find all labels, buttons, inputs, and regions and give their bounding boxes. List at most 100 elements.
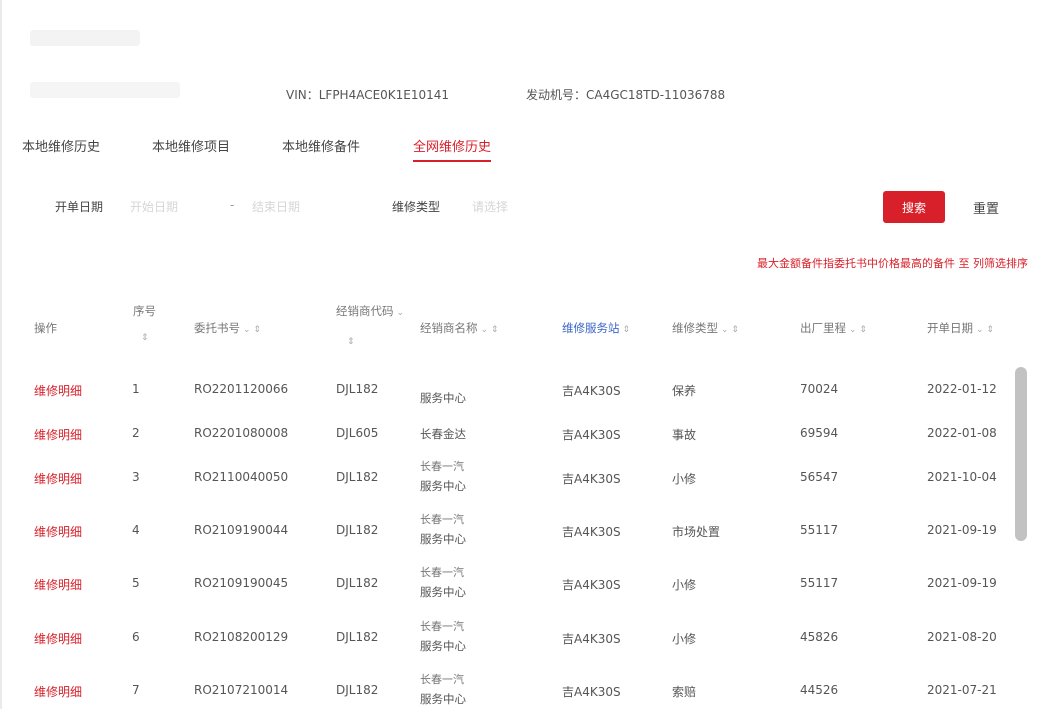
dealer-code: DJL605	[336, 426, 379, 440]
search-button[interactable]: 搜索	[883, 191, 945, 223]
repair-type-select[interactable]: 请选择	[472, 198, 508, 215]
row-index: 5	[132, 576, 140, 590]
left-border	[0, 0, 2, 709]
table-note: 最大金额备件指委托书中价格最高的备件 至 列筛选排序	[757, 257, 1028, 270]
row-index: 1	[132, 382, 140, 396]
tab-local-items[interactable]: 本地维修项目	[152, 136, 230, 155]
dealer-name-line2: 长春金达	[420, 427, 466, 441]
open-date: 2021-09-19	[927, 576, 997, 590]
mileage: 56547	[800, 470, 839, 484]
service-station: 吉A4K30S	[562, 384, 621, 398]
dealer-code: DJL182	[336, 382, 379, 396]
faded-subtitle	[30, 82, 180, 98]
dealer-name-line1: 长春一汽	[420, 673, 464, 686]
service-station: 吉A4K30S	[562, 685, 621, 699]
col-action: 操作	[34, 321, 57, 335]
dealer-name-line1: 长春一汽	[420, 566, 464, 579]
dealer-code: DJL182	[336, 630, 379, 644]
start-date-input[interactable]: 开始日期	[130, 198, 178, 215]
end-date-input[interactable]: 结束日期	[252, 198, 300, 215]
filter-icon: ⇕	[622, 325, 631, 335]
repair-detail-link[interactable]: 维修明细	[34, 426, 82, 443]
mileage: 69594	[800, 426, 839, 440]
service-station: 吉A4K30S	[562, 632, 621, 646]
row-index: 6	[132, 630, 140, 644]
col-dealer-name[interactable]: 经销商名称 ⌄ ⇕	[420, 320, 498, 336]
col-open-date[interactable]: 开单日期 ⌄ ⇕	[927, 320, 994, 336]
col-index-sort-icon[interactable]: ⇕	[141, 333, 149, 343]
repair-type: 小修	[672, 632, 697, 646]
dealer-name-line2: 服务中心	[420, 391, 466, 405]
dealer-code: DJL182	[336, 576, 379, 590]
ro-number: RO2110040050	[194, 470, 289, 484]
col-ro-number[interactable]: 委托书号 ⌄ ⇕	[194, 320, 261, 336]
service-station: 吉A4K30S	[562, 525, 621, 539]
repair-detail-link[interactable]: 维修明细	[34, 523, 82, 540]
ro-number: RO2201120066	[194, 382, 289, 396]
col-dealer-code-sort-icon[interactable]: ⇕	[347, 337, 355, 347]
filter-icon: ⌄ ⇕	[480, 325, 499, 335]
mileage: 45826	[800, 630, 839, 644]
repair-detail-link[interactable]: 维修明细	[34, 630, 82, 647]
repair-detail-link[interactable]: 维修明细	[34, 683, 82, 700]
repair-detail-link[interactable]: 维修明细	[34, 576, 82, 593]
service-station: 吉A4K30S	[562, 472, 621, 486]
mileage: 44526	[800, 683, 839, 697]
repair-type: 保养	[672, 384, 697, 398]
repair-detail-link[interactable]: 维修明细	[34, 382, 82, 399]
repair-type: 索赔	[672, 685, 697, 699]
tab-local-history[interactable]: 本地维修历史	[22, 136, 100, 155]
ro-number: RO2107210014	[194, 683, 289, 697]
ro-number: RO2109190045	[194, 576, 289, 590]
ro-number: RO2108200129	[194, 630, 289, 644]
tab-network-history[interactable]: 全网维修历史	[413, 136, 492, 162]
dealer-name-line2: 服务中心	[420, 639, 466, 653]
open-date: 2022-01-12	[927, 382, 997, 396]
engine-number-text: 发动机号：CA4GC18TD-11036788	[526, 88, 726, 102]
col-dealer-code[interactable]: 经销商代码 ⌄	[336, 303, 404, 319]
dealer-name-line1: 长春一汽	[420, 620, 464, 633]
dealer-name-line2: 服务中心	[420, 479, 466, 493]
col-index[interactable]: 序号	[133, 303, 156, 319]
repair-detail-link[interactable]: 维修明细	[34, 470, 82, 487]
open-date: 2021-10-04	[927, 470, 997, 484]
open-date: 2021-09-19	[927, 523, 997, 537]
date-filter-label: 开单日期	[55, 200, 104, 214]
filter-icon: ⌄ ⇕	[243, 325, 261, 335]
ro-number: RO2109190044	[194, 523, 289, 537]
row-index: 3	[132, 470, 140, 484]
filter-icon: ⌄ ⇕	[721, 325, 739, 335]
dealer-code: DJL182	[336, 683, 379, 697]
repair-type: 小修	[672, 472, 697, 486]
row-index: 2	[132, 426, 140, 440]
col-service-station[interactable]: 维修服务站 ⇕	[562, 320, 630, 336]
filter-icon: ⌄ ⇕	[849, 325, 867, 335]
col-repair-type[interactable]: 维修类型 ⌄ ⇕	[672, 320, 739, 336]
date-range-separator: -	[230, 198, 235, 212]
repair-type-label: 维修类型	[392, 200, 441, 214]
col-mileage[interactable]: 出厂里程 ⌄ ⇕	[800, 320, 867, 336]
service-station: 吉A4K30S	[562, 428, 621, 442]
dealer-name-line2: 服务中心	[420, 532, 466, 546]
tab-local-parts[interactable]: 本地维修备件	[282, 136, 360, 155]
mileage: 55117	[800, 523, 839, 537]
dealer-name-line2: 服务中心	[420, 692, 466, 706]
service-station: 吉A4K30S	[562, 578, 621, 592]
dealer-name-line1: 长春一汽	[420, 513, 464, 526]
repair-type: 市场处置	[672, 525, 721, 539]
ro-number: RO2201080008	[194, 426, 289, 440]
open-date: 2022-01-08	[927, 426, 997, 440]
filter-icon: ⌄	[396, 308, 405, 318]
reset-button[interactable]: 重置	[960, 191, 1012, 223]
row-index: 7	[132, 683, 140, 697]
repair-type: 小修	[672, 578, 697, 592]
dealer-code: DJL182	[336, 523, 379, 537]
open-date: 2021-08-20	[927, 630, 997, 644]
mileage: 55117	[800, 576, 839, 590]
mileage: 70024	[800, 382, 839, 396]
dealer-name-line1: 长春一汽	[420, 460, 464, 473]
scrollbar-thumb[interactable]	[1015, 367, 1027, 541]
row-index: 4	[132, 523, 140, 537]
repair-type: 事故	[672, 428, 697, 442]
open-date: 2021-07-21	[927, 683, 997, 697]
